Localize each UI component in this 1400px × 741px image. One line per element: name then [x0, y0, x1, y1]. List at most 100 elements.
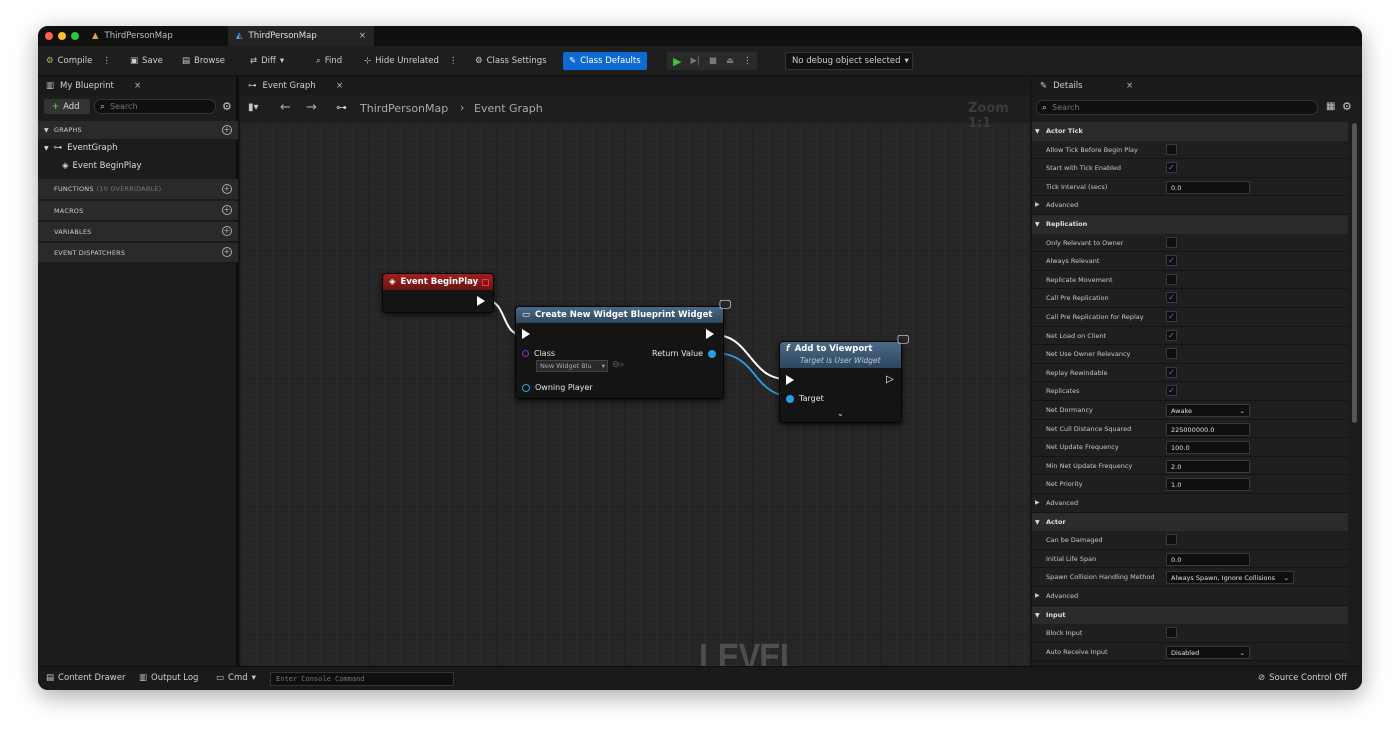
property-dropdown[interactable]: Disabled ⌄ [1166, 645, 1250, 659]
node-add-to-viewport[interactable]: f Add to Viewport Target is User Widget … [779, 332, 909, 423]
compile-options-icon[interactable]: ⋮ [102, 56, 111, 66]
eject-icon[interactable]: ⏏ [726, 56, 734, 66]
details-tab[interactable]: ✎ Details × [1032, 77, 1362, 95]
property-checkbox[interactable] [1166, 348, 1177, 360]
add-function-icon[interactable]: + [222, 184, 232, 194]
variables-section[interactable]: VARIABLES + [38, 222, 238, 242]
owning-player-pin[interactable]: Owning Player [522, 383, 593, 392]
property-checkbox[interactable] [1166, 627, 1177, 639]
property-checkbox[interactable] [1166, 273, 1177, 285]
details-search[interactable]: ⌕ [1036, 100, 1318, 115]
tab-blueprint-editor[interactable]: ◭ ThirdPersonMap × [228, 26, 374, 46]
exec-out-pin[interactable] [477, 296, 485, 306]
property-checkbox[interactable] [1166, 534, 1177, 546]
expand-chevron-icon[interactable]: ⌄ [837, 409, 844, 418]
maximize-window-button[interactable] [71, 32, 79, 40]
property-checkbox[interactable] [1166, 236, 1177, 248]
property-checkbox[interactable]: ✓ [1166, 385, 1177, 397]
search-input[interactable] [1052, 103, 1293, 112]
add-graph-icon[interactable]: + [222, 125, 232, 135]
property-input[interactable]: 1.0 [1166, 478, 1250, 492]
return-value-pin[interactable]: Return Value [652, 349, 717, 358]
browse-button[interactable]: ▤ Browse [182, 52, 225, 70]
property-dropdown[interactable]: Awake ⌄ [1166, 404, 1250, 417]
add-macro-icon[interactable]: + [222, 205, 232, 215]
delegate-pin-icon[interactable] [482, 278, 489, 286]
close-tab-icon[interactable]: × [1126, 81, 1133, 91]
close-window-button[interactable] [45, 32, 53, 40]
functions-section[interactable]: FUNCTIONS (10 OVERRIDABLE) + [38, 179, 238, 200]
macros-section[interactable]: MACROS + [38, 201, 238, 221]
more-options-icon[interactable]: ⋮ [449, 56, 458, 66]
play-icon[interactable]: ▶ [673, 55, 681, 68]
property-row: Call Pre Replication for Replay ✓ [1032, 308, 1348, 327]
property-checkbox[interactable]: ✓ [1166, 329, 1177, 341]
step-icon[interactable]: ▶| [690, 56, 699, 66]
tree-item-eventgraph[interactable]: ▼ ⊶ EventGraph [44, 143, 118, 153]
gear-icon[interactable]: ⚙ [1342, 100, 1352, 113]
property-checkbox[interactable]: ✓ [1166, 162, 1177, 174]
minimize-window-button[interactable] [58, 32, 66, 40]
target-pin[interactable]: Target [786, 394, 824, 403]
find-button[interactable]: ⌕ Find [316, 52, 342, 70]
close-tab-icon[interactable]: × [134, 81, 141, 91]
property-input[interactable]: 0.0 [1166, 180, 1250, 194]
property-dropdown[interactable]: Always Spawn, Ignore Collisions ⌄ [1166, 571, 1294, 585]
property-input[interactable]: 100.0 [1166, 441, 1250, 455]
stop-icon[interactable]: ■ [709, 56, 717, 66]
exec-in-pin[interactable] [522, 329, 530, 339]
advanced-expander[interactable]: ▶ Advanced [1032, 196, 1348, 215]
use-asset-icon[interactable]: ⊖⌕ [612, 360, 625, 370]
table-view-icon[interactable]: ▦ [1326, 101, 1335, 112]
debug-object-select[interactable]: No debug object selected ▾ [785, 52, 913, 70]
class-defaults-button[interactable]: ✎ Class Defaults [563, 52, 647, 70]
property-checkbox[interactable] [1166, 143, 1177, 155]
advanced-expander[interactable]: ▶ Advanced [1032, 494, 1348, 513]
search-input[interactable] [110, 102, 207, 111]
blueprint-search[interactable]: ⌕ [94, 99, 216, 114]
section-header-actor[interactable]: ▼ Actor [1032, 512, 1348, 532]
tree-item-beginplay[interactable]: ◈ Event BeginPlay [62, 161, 142, 171]
save-button[interactable]: ▣ Save [130, 52, 163, 70]
exec-in-pin[interactable] [786, 375, 794, 385]
dispatchers-section[interactable]: EVENT DISPATCHERS + [38, 243, 238, 263]
section-label: GRAPHS [54, 126, 82, 134]
property-input[interactable]: 0.0 [1166, 552, 1250, 566]
exec-out-pin[interactable]: ▷ [886, 374, 894, 385]
close-tab-icon[interactable]: × [359, 31, 366, 41]
section-header-actor_tick[interactable]: ▼ Actor Tick [1032, 122, 1348, 141]
add-variable-icon[interactable]: + [222, 226, 232, 236]
property-checkbox[interactable]: ✓ [1166, 255, 1177, 267]
add-dispatcher-icon[interactable]: + [222, 247, 232, 257]
tab-level-editor[interactable]: ▲ ThirdPersonMap [84, 26, 228, 46]
add-button[interactable]: + Add [44, 99, 90, 114]
property-checkbox[interactable]: ✓ [1166, 311, 1177, 322]
gear-icon[interactable]: ⚙ [222, 100, 232, 113]
hide-unrelated-button[interactable]: ⊹ Hide Unrelated ⋮ [364, 52, 457, 70]
diff-button[interactable]: ⇄ Diff ▾ [250, 52, 284, 70]
content-drawer-button[interactable]: ▤ Content Drawer [46, 673, 125, 683]
source-control-button[interactable]: ⊘ Source Control Off [1258, 673, 1347, 683]
class-pin[interactable]: Class [522, 349, 555, 358]
section-header-input[interactable]: ▼ Input [1032, 605, 1348, 625]
node-create-widget[interactable]: ▭ Create New Widget Blueprint Widget 🖵 C… [515, 297, 731, 399]
property-input[interactable]: 2.0 [1166, 459, 1250, 473]
class-select[interactable]: New Widget Blu ▾ [536, 360, 608, 372]
tab-label: My Blueprint [60, 81, 114, 91]
console-input[interactable] [270, 672, 454, 686]
class-settings-button[interactable]: ⚙ Class Settings [475, 52, 547, 70]
advanced-expander[interactable]: ▶ Advanced [1032, 587, 1348, 606]
section-header-replication[interactable]: ▼ Replication [1032, 215, 1348, 234]
my-blueprint-tab[interactable]: ▥ My Blueprint × [38, 77, 236, 95]
property-checkbox[interactable]: ✓ [1166, 292, 1177, 304]
details-scrollbar[interactable] [1352, 123, 1357, 423]
exec-out-pin[interactable] [706, 329, 714, 339]
property-checkbox[interactable]: ✓ [1166, 366, 1177, 378]
property-input[interactable]: 225000000.0 [1166, 422, 1250, 436]
play-options-icon[interactable]: ⋮ [743, 56, 752, 66]
compile-button[interactable]: ⚙ Compile ⋮ [46, 52, 111, 70]
graphs-section[interactable]: ▼ GRAPHS + [38, 121, 238, 140]
cmd-button[interactable]: ▭ Cmd ▾ [216, 673, 256, 683]
node-event-beginplay[interactable]: ◈ Event BeginPlay [382, 273, 494, 313]
output-log-button[interactable]: ▥ Output Log [139, 673, 198, 683]
